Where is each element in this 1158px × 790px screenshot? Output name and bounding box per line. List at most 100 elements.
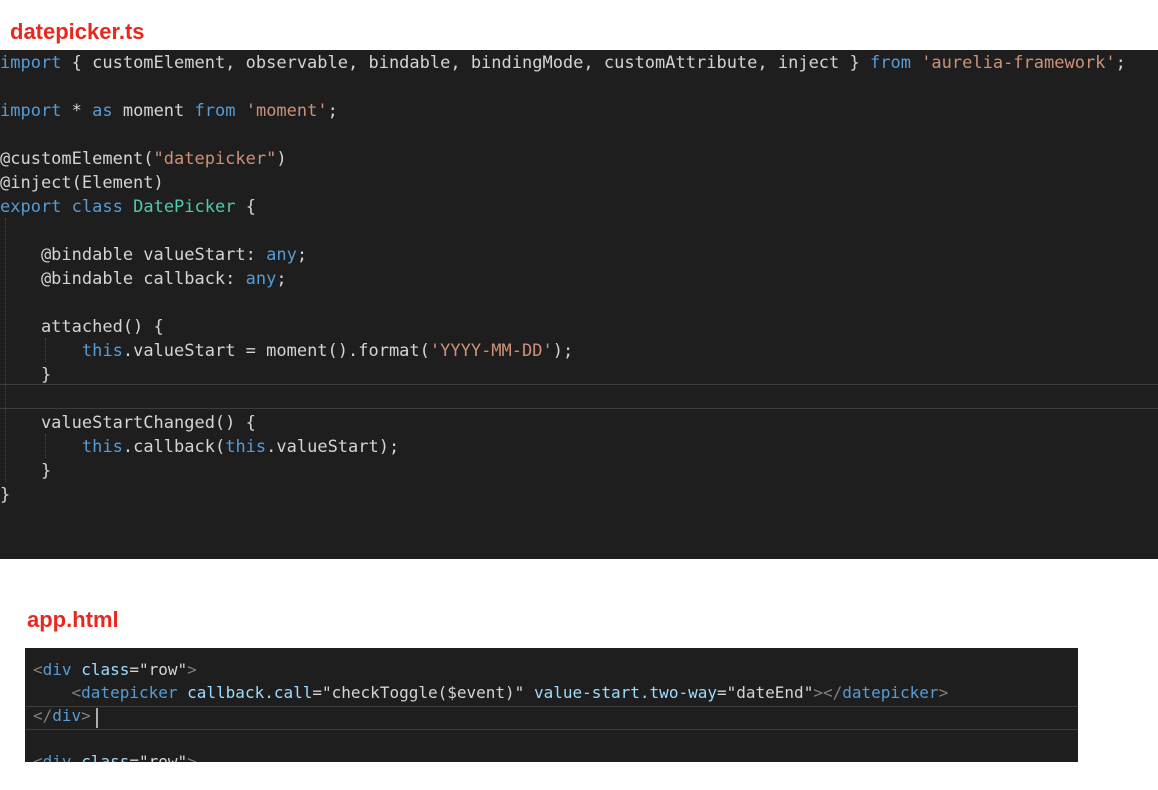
code-line: export class DatePicker { xyxy=(0,195,1158,219)
code-line: this.valueStart = moment().format('YYYY-… xyxy=(0,339,1158,363)
code-token: "row" xyxy=(139,752,188,762)
code-token: = xyxy=(312,683,323,702)
code-token: import xyxy=(0,53,62,73)
code-line: @inject(Element) xyxy=(0,171,1158,195)
code-token: "datepicker" xyxy=(153,149,277,169)
code-line: </div> xyxy=(25,704,1078,727)
code-token: 'YYYY-MM-DD' xyxy=(429,341,553,361)
code-token: "dateEnd" xyxy=(726,683,814,702)
code-token: @bindable callback: xyxy=(0,269,246,289)
code-token: datepicker xyxy=(81,683,178,702)
code-token: from xyxy=(194,101,236,121)
code-token: @inject(Element) xyxy=(0,173,164,193)
code-editor-datepicker-ts[interactable]: import { customElement, observable, bind… xyxy=(0,50,1158,559)
code-line: @customElement("datepicker") xyxy=(0,147,1158,171)
code-token: } xyxy=(0,461,52,481)
code-line: } xyxy=(0,363,1158,387)
code-token: > xyxy=(187,660,197,679)
code-token: @bindable valueStart: xyxy=(0,245,267,265)
code-line: <datepicker callback.call="checkToggle($… xyxy=(25,681,1078,704)
code-editor-app-html[interactable]: <div class="row"> <datepicker callback.c… xyxy=(25,648,1078,762)
code-line: this.callback(this.valueStart); xyxy=(0,435,1158,459)
code-token: "row" xyxy=(139,660,188,679)
code-token: .callback( xyxy=(122,437,226,457)
code-line: @bindable callback: any; xyxy=(0,267,1158,291)
code-token: ></ xyxy=(813,683,843,702)
code-token: div xyxy=(42,660,72,679)
code-token: = xyxy=(716,683,727,702)
code-token: as xyxy=(92,101,113,121)
code-token: this xyxy=(81,437,123,457)
code-token: * xyxy=(61,101,93,121)
code-token: class xyxy=(81,660,130,679)
code-token: > xyxy=(938,683,949,702)
code-token: 'aurelia-framework' xyxy=(921,53,1116,73)
code-token: ) xyxy=(276,149,287,169)
code-line: @bindable valueStart: any; xyxy=(0,243,1158,267)
code-token: < xyxy=(33,660,43,679)
code-line: import { customElement, observable, bind… xyxy=(0,51,1158,75)
code-token: "checkToggle($event)" xyxy=(322,683,525,702)
code-token: ; xyxy=(276,269,287,289)
code-token: this xyxy=(81,341,123,361)
code-token: ; xyxy=(327,101,338,121)
code-line: import * as moment from 'moment'; xyxy=(0,99,1158,123)
code-token: 'moment' xyxy=(245,101,328,121)
code-token: this xyxy=(225,437,267,457)
code-token: } xyxy=(0,485,11,505)
code-token: </ xyxy=(33,706,53,725)
code-token: DatePicker xyxy=(133,197,236,217)
code-line: attached() { xyxy=(0,315,1158,339)
code-line: } xyxy=(0,459,1158,483)
code-token: > xyxy=(187,752,197,762)
code-token: from xyxy=(869,53,911,73)
code-token: { xyxy=(235,197,256,217)
code-token: ; xyxy=(1115,53,1126,73)
code-token: = xyxy=(129,660,139,679)
code-line: valueStartChanged() { xyxy=(0,411,1158,435)
file-title-datepicker-ts: datepicker.ts xyxy=(10,19,145,44)
code-token: import xyxy=(0,101,62,121)
code-line: } xyxy=(0,483,1158,507)
code-token: } xyxy=(0,365,52,385)
code-token: ); xyxy=(552,341,574,361)
code-token: div xyxy=(52,706,82,725)
code-token: @customElement( xyxy=(0,149,154,169)
code-line: <div class="row"> xyxy=(25,658,1078,681)
code-token: div xyxy=(42,752,72,762)
text-cursor xyxy=(96,708,98,728)
code-token: export xyxy=(0,197,62,217)
code-token: < xyxy=(33,752,43,762)
code-token: < xyxy=(71,683,82,702)
code-token: any xyxy=(245,269,277,289)
code-token: valueStartChanged() { xyxy=(0,413,256,433)
code-token: .valueStart); xyxy=(266,437,400,457)
code-token: class xyxy=(71,197,123,217)
file-title-app-html: app.html xyxy=(27,607,119,632)
code-token: attached() { xyxy=(0,317,164,337)
code-token: = xyxy=(129,752,139,762)
code-token: callback.call xyxy=(187,683,313,702)
code-line: <div class="row"> xyxy=(25,750,1078,762)
code-token: ; xyxy=(296,245,308,265)
code-token: moment xyxy=(112,101,195,121)
code-token: value-start.two-way xyxy=(533,683,717,702)
code-token: datepicker xyxy=(842,683,939,702)
code-token: class xyxy=(81,752,130,762)
code-token: { customElement, observable, bindable, b… xyxy=(61,53,870,73)
code-token: any xyxy=(266,245,297,265)
